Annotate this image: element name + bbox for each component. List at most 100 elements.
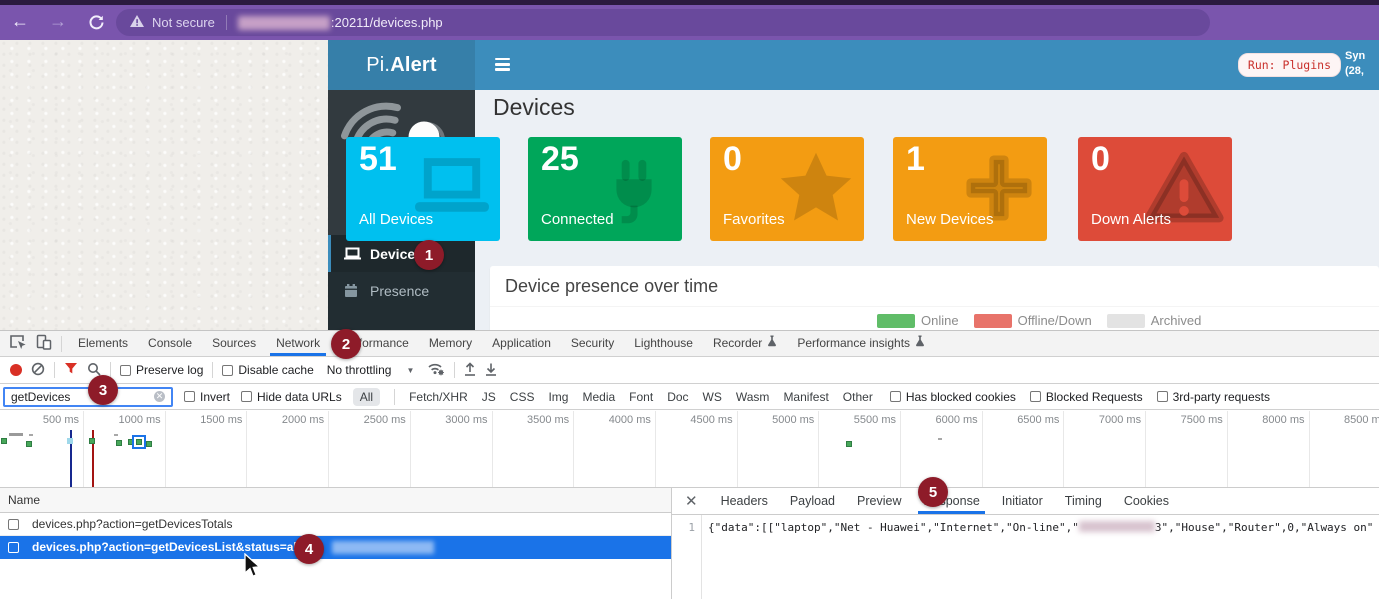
app-logo[interactable]: Pi.Alert (328, 40, 475, 90)
detail-tab-headers[interactable]: Headers (710, 488, 779, 514)
timeline-tick-label: 3500 ms (493, 414, 569, 426)
stat-card-label: New Devices (906, 211, 994, 228)
filter-checkbox-3rd-party-requests[interactable]: 3rd-party requests (1157, 390, 1270, 404)
devtools-tab-performance-insights[interactable]: Performance insights (787, 331, 935, 356)
hide-data-urls-checkbox[interactable]: Hide data URLs (241, 390, 342, 404)
network-request-row[interactable]: devices.php?action=getDevicesTotals (0, 513, 671, 536)
filter-type-js[interactable]: JS (482, 390, 496, 404)
not-secure-warning-icon (130, 15, 144, 30)
filter-divider (394, 389, 395, 405)
stat-card-label: Down Alerts (1091, 211, 1171, 228)
devtools-tab-elements[interactable]: Elements (68, 331, 138, 356)
timeline-tick-label: 4000 ms (575, 414, 651, 426)
request-mark-gray (938, 438, 942, 440)
logo-alert: Alert (390, 54, 437, 77)
filter-type-css[interactable]: CSS (510, 390, 535, 404)
clear-filter-icon[interactable]: ✕ (154, 391, 165, 402)
stat-card-value: 0 (723, 140, 742, 179)
devtools-tab-recorder[interactable]: Recorder (703, 331, 787, 356)
export-har-icon[interactable] (485, 362, 497, 379)
filter-type-all[interactable]: All (353, 388, 380, 406)
sync-status-text: Syn(28, (1345, 49, 1379, 79)
filter-type-other[interactable]: Other (843, 390, 873, 404)
detail-tab-timing[interactable]: Timing (1054, 488, 1113, 514)
annotation-badge-5: 5 (918, 477, 948, 507)
stat-card-all-devices[interactable]: 51All Devices (346, 137, 500, 241)
devtools-tab-network[interactable]: Network (266, 331, 330, 356)
detail-tab-cookies[interactable]: Cookies (1113, 488, 1180, 514)
devtools-tab-application[interactable]: Application (482, 331, 561, 356)
devtools-tab-security[interactable]: Security (561, 331, 624, 356)
filter-type-manifest[interactable]: Manifest (783, 390, 828, 404)
import-har-icon[interactable] (464, 362, 476, 379)
filter-type-wasm[interactable]: Wasm (736, 390, 770, 404)
filter-type-fetch-xhr[interactable]: Fetch/XHR (409, 390, 468, 404)
back-icon[interactable]: ← (8, 11, 32, 32)
close-detail-icon[interactable]: ✕ (672, 492, 710, 510)
devtools-tab-memory[interactable]: Memory (419, 331, 482, 356)
filter-type-font[interactable]: Font (629, 390, 653, 404)
name-column-header[interactable]: Name (0, 488, 671, 513)
filter-type-ws[interactable]: WS (703, 390, 722, 404)
network-toolbar: Preserve log Disable cache No throttling… (0, 357, 1379, 384)
record-network-log-icon[interactable] (10, 364, 22, 376)
network-conditions-icon[interactable] (427, 361, 445, 379)
devtools-tab-label: Security (571, 331, 614, 356)
detail-tab-initiator[interactable]: Initiator (991, 488, 1054, 514)
throttling-dropdown[interactable]: No throttling (327, 363, 392, 377)
preserve-log-checkbox[interactable]: Preserve log (120, 363, 203, 377)
inspect-element-icon[interactable] (9, 333, 27, 354)
throttling-caret-icon[interactable]: ▼ (406, 366, 414, 375)
devtools-tab-label: Performance insights (797, 331, 910, 356)
filter-checkbox-has-blocked-cookies[interactable]: Has blocked cookies (890, 390, 1016, 404)
filter-checkbox-blocked-requests[interactable]: Blocked Requests (1030, 390, 1143, 404)
reload-icon[interactable] (84, 14, 108, 36)
request-name: devices.php?action=getDevicesList&status… (32, 540, 322, 554)
stat-card-new-devices[interactable]: 1New Devices (893, 137, 1047, 241)
url-omnibox[interactable]: Not secure :20211/devices.php (116, 9, 1210, 36)
request-checkbox[interactable] (8, 519, 19, 530)
sidebar-item-presence[interactable]: Presence (328, 272, 475, 309)
timeline-tick-label: 8000 ms (1229, 414, 1305, 426)
devtools-panel: ElementsConsoleSourcesNetwork Performance… (0, 330, 1379, 599)
invert-checkbox[interactable]: Invert (184, 390, 230, 404)
request-mark-green (1, 438, 7, 444)
devtools-tab-console[interactable]: Console (138, 331, 202, 356)
timeline-tick-label: 6500 ms (983, 414, 1059, 426)
devtools-tab-sources[interactable]: Sources (202, 331, 266, 356)
filter-checkbox-label: Blocked Requests (1046, 390, 1143, 404)
disable-cache-checkbox[interactable]: Disable cache (222, 363, 313, 377)
presence-panel-title: Device presence over time (490, 266, 1379, 307)
annotation-badge-2: 2 (331, 329, 361, 359)
detail-tab-payload[interactable]: Payload (779, 488, 846, 514)
run-plugins-button[interactable]: Run: Plugins (1238, 53, 1341, 77)
legend-label: Online (921, 313, 959, 328)
filter-type-doc[interactable]: Doc (667, 390, 688, 404)
network-request-row[interactable]: devices.php?action=getDevicesList&status… (0, 536, 671, 559)
pialert-app: Pi.Alert Run: Plugins Syn(28, (328, 40, 1379, 330)
screenshot-root: ← → Not secure :20211/devices.php Pi.Ale… (0, 0, 1379, 599)
filter-input-value: getDevices (11, 390, 154, 404)
request-checkbox[interactable] (8, 542, 19, 553)
clear-network-log-icon[interactable] (31, 362, 45, 379)
timeline-tick-label: 2000 ms (248, 414, 324, 426)
filter-type-img[interactable]: Img (548, 390, 568, 404)
filter-funnel-icon[interactable] (64, 362, 78, 378)
network-overview-waterfall[interactable] (0, 430, 1379, 488)
stat-card-connected[interactable]: 25Connected (528, 137, 682, 241)
devtools-tab-lighthouse[interactable]: Lighthouse (624, 331, 703, 356)
detail-tab-preview[interactable]: Preview (846, 488, 912, 514)
legend-label: Archived (1151, 313, 1202, 328)
device-toolbar-icon[interactable] (35, 333, 53, 354)
request-mark-gray (29, 434, 33, 436)
request-rows: devices.php?action=getDevicesTotals devic… (0, 513, 671, 559)
calendar-icon (344, 284, 362, 297)
filter-type-media[interactable]: Media (582, 390, 615, 404)
hamburger-menu-icon[interactable] (495, 58, 510, 71)
legend-swatch (877, 314, 915, 328)
stat-card-favorites[interactable]: 0Favorites (710, 137, 864, 241)
mouse-cursor (243, 553, 263, 585)
stat-card-down-alerts[interactable]: 0Down Alerts (1078, 137, 1232, 241)
forward-icon[interactable]: → (46, 11, 70, 32)
legend-label: Offline/Down (1018, 313, 1092, 328)
